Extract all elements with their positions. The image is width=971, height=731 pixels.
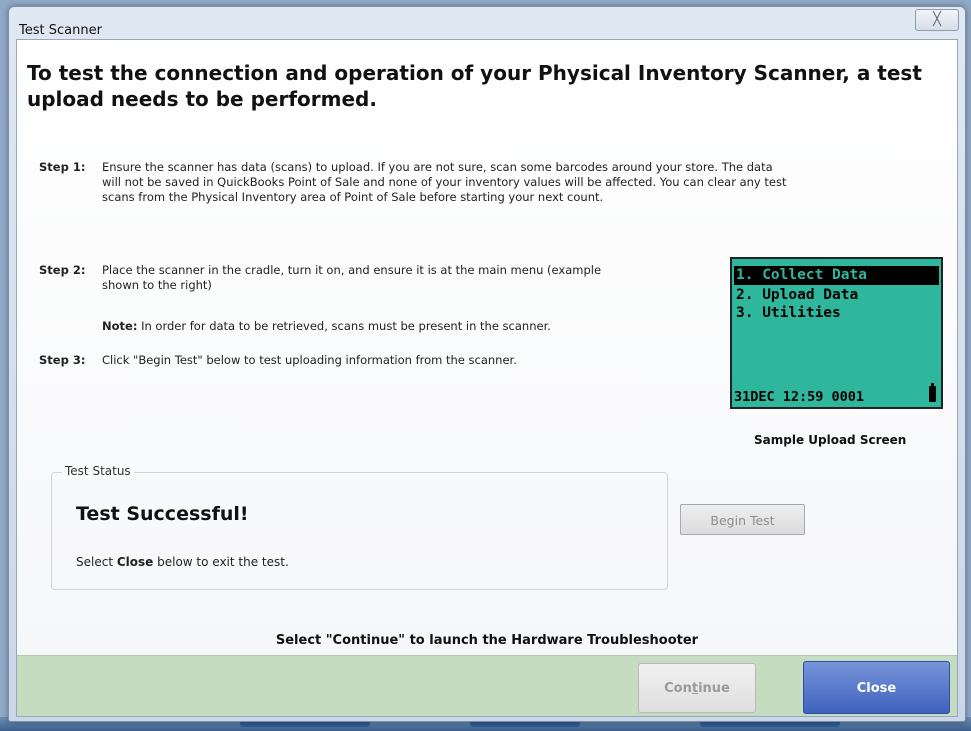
sample-screen-caption: Sample Upload Screen [754, 433, 907, 447]
lcd-menu-item-utilities: 3. Utilities [736, 305, 841, 321]
test-result-message: Select Close below to exit the test. [76, 555, 289, 569]
lcd-menu-item-collect: 1. Collect Data [734, 266, 939, 285]
lcd-menu-item-upload: 2. Upload Data [736, 287, 859, 303]
lcd-status-line: 31DEC 12:59 0001 [734, 389, 865, 405]
sample-scanner-screen: 1. Collect Data 2. Upload Data 3. Utilit… [730, 257, 943, 409]
note-text: In order for data to be retrieved, scans… [137, 319, 551, 333]
continue-button[interactable]: Continue [638, 663, 756, 713]
step-1-line-2: will not be saved in QuickBooks Point of… [102, 175, 787, 189]
dialog-content: To test the connection and operation of … [16, 39, 958, 717]
step-1-line-1: Ensure the scanner has data (scans) to u… [102, 160, 773, 174]
close-button[interactable]: Close [803, 661, 950, 714]
step-2-line-1: Place the scanner in the cradle, turn it… [102, 263, 602, 277]
battery-icon [929, 383, 936, 402]
step-2-line-2: shown to the right) [102, 278, 212, 292]
note-label: Note: [102, 319, 138, 333]
continue-label-a: Con [664, 681, 692, 696]
test-scanner-dialog: Test Scanner ╳ To test the connection an… [8, 6, 966, 722]
step-1-label: Step 1: [39, 160, 86, 174]
test-status-group: Test Status Test Successful! Select Clos… [51, 464, 668, 590]
test-result-title: Test Successful! [76, 503, 249, 525]
msg-bold: Close [116, 555, 154, 569]
step-3: Step 3: Click "Begin Test" below to test… [39, 353, 719, 369]
continue-label-b: inue [698, 681, 730, 696]
continue-hint: Select "Continue" to launch the Hardware… [275, 633, 699, 648]
step-3-label: Step 3: [39, 353, 86, 367]
note: Note: In order for data to be retrieved,… [102, 319, 551, 333]
test-status-legend: Test Status [62, 464, 134, 478]
footer-bar: Continue Close [17, 655, 957, 716]
begin-test-button[interactable]: Begin Test [680, 504, 805, 535]
msg-suffix: below to exit the test. [153, 555, 289, 569]
window-close-icon[interactable]: ╳ [915, 9, 959, 31]
window-title: Test Scanner [19, 23, 102, 38]
step-1: Step 1: Ensure the scanner has data (sca… [39, 160, 944, 208]
msg-prefix: Select [76, 555, 117, 569]
step-2: Step 2: Place the scanner in the cradle,… [39, 263, 719, 295]
step-2-label: Step 2: [39, 263, 86, 277]
title-bar: Test Scanner ╳ [9, 7, 965, 41]
step-3-line-1: Click "Begin Test" below to test uploadi… [102, 353, 517, 367]
step-1-line-3: scans from the Physical Inventory area o… [102, 190, 604, 204]
page-title: To test the connection and operation of … [27, 61, 922, 111]
